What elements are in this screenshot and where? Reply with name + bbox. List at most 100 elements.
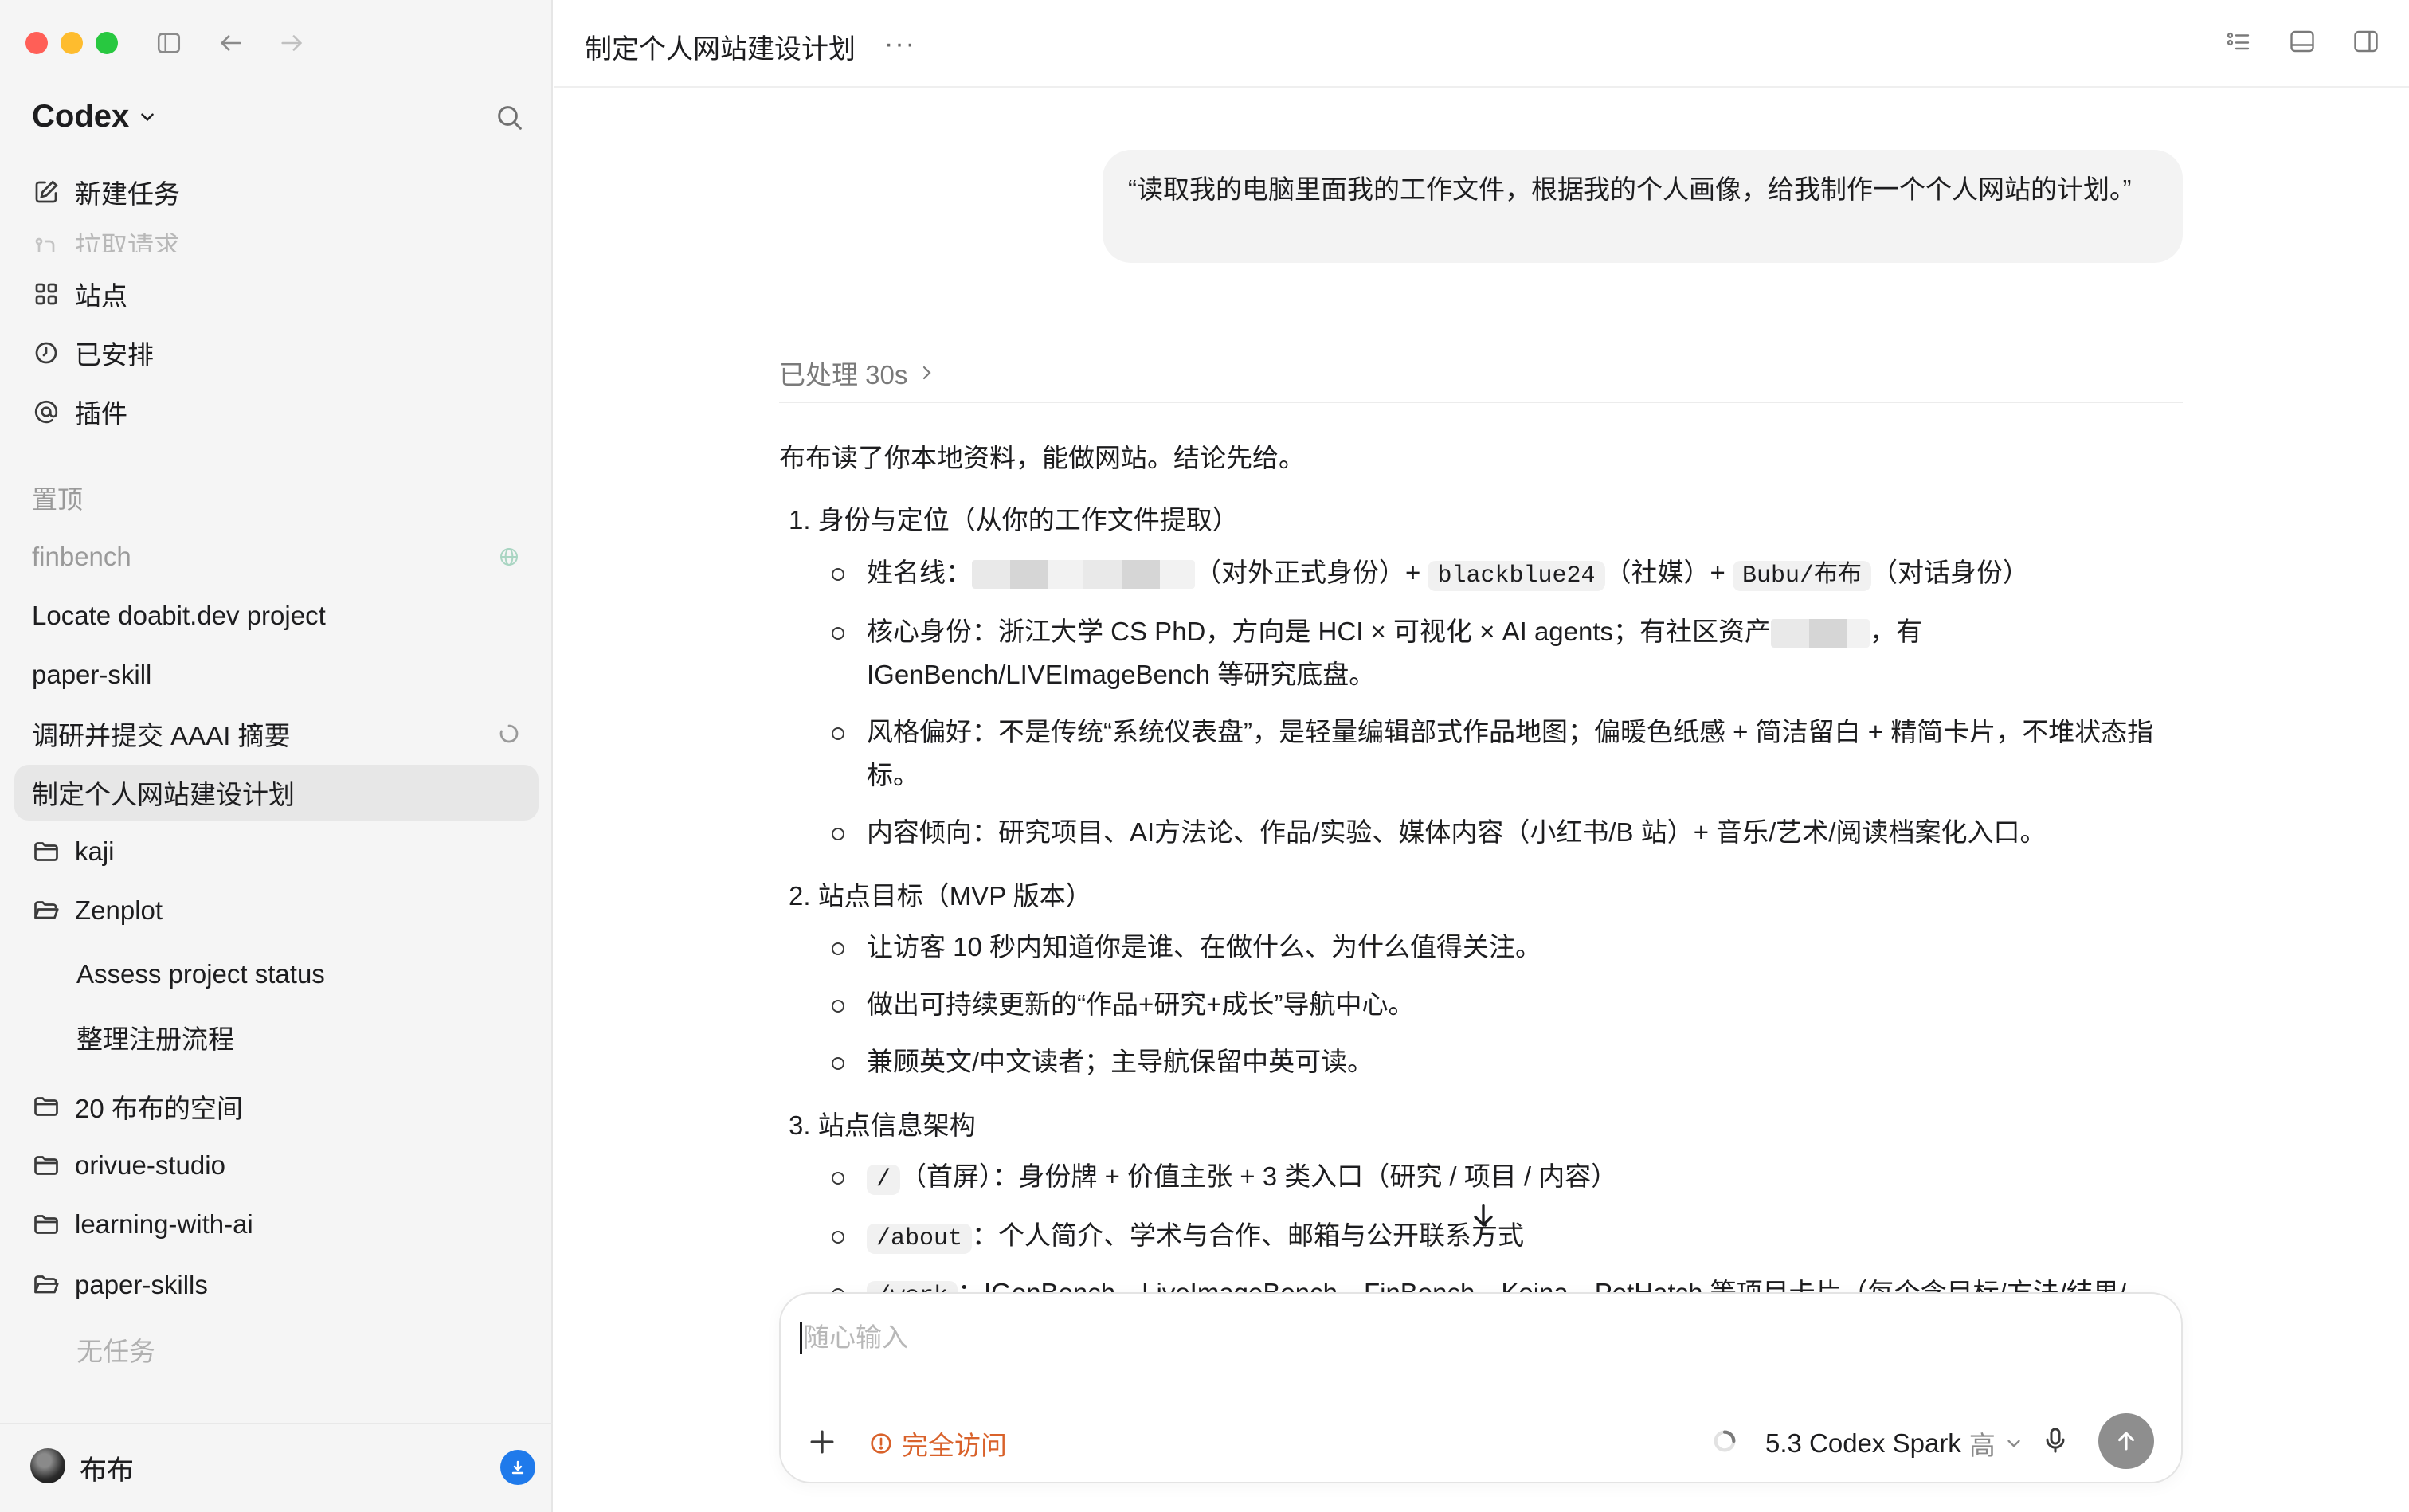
page-title: 制定个人网站建设计划	[585, 34, 856, 65]
redacted-asset	[1771, 619, 1870, 648]
model-selector[interactable]: 5.3 Codex Spark 高	[1765, 1424, 2024, 1463]
side-panel-icon[interactable]	[2352, 27, 2384, 59]
chevron-down-icon	[141, 112, 155, 121]
main-panel: 制定个人网站建设计划 ··· “读取我的电脑里面我的工作文件，根据我的个人画像，…	[554, 0, 2409, 1512]
pinned-section-title: 置顶	[32, 485, 84, 514]
folder-orivue-studio[interactable]: orivue-studio	[14, 1138, 539, 1193]
folder-kaji[interactable]: kaji	[14, 824, 539, 879]
list-item: 姓名线： （对外正式身份）+ blackblue24 （社媒）+ Bubu/布布 （对…	[824, 551, 2178, 597]
thread-item[interactable]: 调研并提交 AAAI 摘要	[14, 706, 539, 762]
section-heading: 3. 站点信息架构	[789, 1110, 976, 1140]
nav-new-task[interactable]: 新建任务	[14, 164, 539, 220]
sidebar: Codex 新建任务 拉取请求 站点 已安排 插件 置顶 finbench Lo…	[0, 0, 553, 1512]
composer: 完全访问 5.3 Codex Spark 高	[779, 1292, 2183, 1483]
folder-icon	[34, 842, 58, 861]
list-text: 姓名线：	[867, 558, 972, 587]
context-usage-icon[interactable]	[1711, 1428, 1738, 1455]
thread-item[interactable]: 整理注册流程	[76, 1018, 234, 1056]
processed-label: 已处理 30s	[779, 360, 908, 390]
microphone-icon[interactable]	[2039, 1424, 2071, 1456]
thread-title: paper-skill	[32, 660, 152, 689]
folder-open-icon	[34, 901, 59, 919]
workspace-switcher[interactable]: Codex	[32, 99, 158, 135]
divider	[779, 402, 2183, 403]
thread-title: finbench	[32, 542, 131, 571]
message-input[interactable]	[803, 1322, 2078, 1353]
section-heading: 2. 站点目标（MVP 版本）	[789, 881, 1092, 911]
thread-item[interactable]: paper-skill	[14, 647, 539, 703]
nav-pull-requests[interactable]: 拉取请求	[14, 225, 539, 252]
back-arrow-icon[interactable]	[215, 27, 247, 59]
main-header: 制定个人网站建设计划 ···	[554, 0, 2409, 88]
access-mode-button[interactable]: 完全访问	[868, 1424, 1007, 1463]
thread-item-active[interactable]: 制定个人网站建设计划	[14, 765, 539, 821]
nav-scheduled[interactable]: 已安排	[14, 325, 539, 381]
folder-learning-with-ai[interactable]: learning-with-ai	[14, 1197, 539, 1252]
thread-item[interactable]: Locate doabit.dev project	[14, 588, 539, 644]
response-intro: 布布读了你本地资料，能做网站。结论先给。	[779, 443, 1305, 472]
folder-icon	[34, 1215, 58, 1234]
folder-label: kaji	[75, 836, 115, 866]
avatar[interactable]	[30, 1448, 65, 1483]
list-text: （首屏）：身份牌 + 价值主张 + 3 类入口（研究 / 项目 / 内容）	[900, 1161, 1618, 1191]
brand-name: Codex	[32, 99, 130, 134]
download-update-button[interactable]	[500, 1450, 535, 1485]
chevron-down-icon	[2007, 1440, 2020, 1447]
pull-request-icon	[35, 237, 55, 252]
checklist-icon[interactable]	[2224, 27, 2256, 59]
folder-zenplot[interactable]: Zenplot	[14, 883, 539, 938]
nav-new-task-label: 新建任务	[75, 179, 180, 209]
at-sign-icon	[34, 400, 58, 424]
clock-icon	[35, 342, 57, 364]
list-item: 兼顾英文/中文读者；主导航保留中英可读。	[824, 1040, 2178, 1083]
nav-pull-requests-label: 拉取请求	[75, 231, 180, 252]
terminal-panel-icon[interactable]	[2288, 27, 2320, 59]
search-icon[interactable]	[494, 102, 526, 134]
folder-label: orivue-studio	[75, 1150, 225, 1180]
compose-icon	[35, 180, 58, 203]
folder-paper-skills[interactable]: paper-skills	[14, 1257, 539, 1313]
thread-item[interactable]: Assess project status	[76, 959, 325, 989]
model-name: 5.3 Codex Spark	[1765, 1428, 1961, 1458]
thread-title: 调研并提交 AAAI 摘要	[32, 721, 291, 750]
forward-arrow-icon[interactable]	[276, 27, 307, 59]
globe-icon	[500, 548, 518, 566]
list-item: 做出可持续更新的“作品+研究+成长”导航中心。	[824, 983, 2178, 1026]
thread-title: Locate doabit.dev project	[32, 601, 326, 630]
text-caret	[800, 1322, 802, 1354]
close-window-button[interactable]	[25, 32, 48, 54]
minimize-window-button[interactable]	[61, 32, 83, 54]
list-text: ：个人简介、学术与合作、邮箱与公开联系方式	[972, 1220, 1525, 1250]
loading-spinner-icon	[499, 724, 519, 743]
folder-bubu-space[interactable]: 20 布布的空间	[14, 1079, 539, 1134]
empty-folder-label: 无任务	[76, 1337, 155, 1366]
nav-sites[interactable]: 站点	[14, 266, 539, 322]
nav-sites-label: 站点	[75, 281, 127, 311]
arrow-up-icon	[2117, 1431, 2135, 1451]
processed-toggle[interactable]: 已处理 30s	[779, 354, 936, 392]
route-code: /	[867, 1165, 901, 1195]
inline-code: Bubu/布布	[1732, 561, 1871, 591]
plus-icon	[810, 1430, 834, 1454]
folder-label: learning-with-ai	[75, 1209, 253, 1239]
app-window: Codex 新建任务 拉取请求 站点 已安排 插件 置顶 finbench Lo…	[0, 0, 2409, 1512]
folder-label: Zenplot	[75, 895, 163, 925]
username[interactable]: 布布	[80, 1448, 134, 1487]
nav-plugins[interactable]: 插件	[14, 384, 539, 440]
zoom-window-button[interactable]	[96, 32, 118, 54]
redacted-name	[972, 560, 1195, 590]
toggle-sidebar-icon[interactable]	[153, 27, 185, 59]
user-message: “读取我的电脑里面我的工作文件，根据我的个人画像，给我制作一个个人网站的计划。”	[1103, 150, 2183, 263]
more-options-button[interactable]: ···	[884, 29, 916, 60]
add-attachment-button[interactable]	[805, 1424, 840, 1459]
route-code: /about	[867, 1224, 973, 1254]
inline-code: blackblue24	[1428, 561, 1605, 591]
thread-item[interactable]: finbench	[14, 529, 539, 585]
send-button[interactable]	[2098, 1413, 2154, 1469]
folder-open-icon	[34, 1275, 59, 1294]
folder-label: paper-skills	[75, 1270, 208, 1299]
scroll-to-bottom-icon[interactable]	[1467, 1200, 1499, 1232]
warning-icon	[871, 1433, 891, 1454]
list-item: /about ：个人简介、学术与合作、邮箱与公开联系方式	[824, 1214, 2178, 1260]
chevron-right-icon	[923, 366, 931, 380]
